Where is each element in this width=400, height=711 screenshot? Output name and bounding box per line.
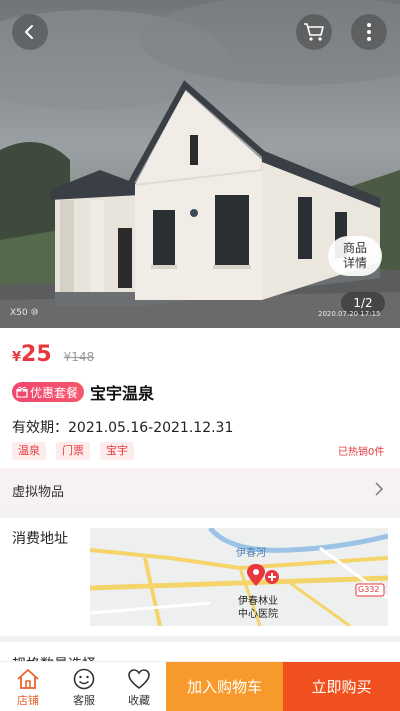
product-detail-button[interactable]: 商品 详情 [328,236,382,276]
consumption-address: 消费地址 伊春河 G332 伊春林业 中心医院 [0,518,400,636]
map-place-label-2: 中心医院 [238,609,278,620]
tag-item: 门票 [56,442,90,460]
title-row: 优惠套餐 宝宇温泉 [12,380,154,404]
cart-icon [304,23,324,41]
chevron-right-icon [375,482,384,496]
heart-icon [128,669,150,690]
tag-item: 宝宇 [100,442,134,460]
favorite-button[interactable]: 收藏 [111,662,167,711]
photo-timestamp: 2020.07.20 17:15 [318,310,381,318]
product-photo[interactable]: 商品 详情 1/2 X50 ⑩ 2020.07.20 17:15 [0,0,400,328]
address-label: 消费地址 [12,531,68,547]
bottom-action-bar: 店铺 客服 收藏 加入购物车 立即购买 [0,661,400,711]
price-row: ¥ 25 ¥148 [12,342,94,367]
smile-icon [73,668,95,690]
more-icon [367,23,371,41]
customer-service-label: 客服 [73,694,95,707]
location-pin-icon [247,564,279,586]
shop-label: 店铺 [17,694,39,707]
package-badge: 优惠套餐 [12,382,85,402]
customer-service-button[interactable]: 客服 [56,662,112,711]
map-road-badge: G332 [358,585,380,594]
product-info-card: ¥ 25 ¥148 优惠套餐 宝宇温泉 有效期：2021.05.16-2021.… [0,328,400,468]
cart-button[interactable] [296,14,332,50]
tag-list: 温泉 门票 宝宇 [12,442,144,460]
current-price: 25 [21,342,52,367]
virtual-goods-row[interactable]: 虚拟物品 [0,468,400,510]
buy-now-button[interactable]: 立即购买 [283,662,400,711]
location-map[interactable]: 伊春河 G332 伊春林业 中心医院 [90,528,388,626]
virtual-goods-label: 虚拟物品 [12,485,65,500]
map-river-label: 伊春河 [236,548,266,559]
validity-period: 有效期：2021.05.16-2021.12.31 [12,420,234,436]
detail-label-line2: 详情 [342,256,367,270]
more-button[interactable] [351,14,387,50]
camera-watermark: X50 ⑩ [10,308,39,318]
product-title: 宝宇温泉 [90,384,155,403]
package-badge-label: 优惠套餐 [30,385,79,400]
sold-count: 已热销0件 [338,447,385,458]
favorite-label: 收藏 [128,694,150,707]
currency-symbol: ¥ [12,350,22,365]
add-to-cart-button[interactable]: 加入购物车 [166,662,283,711]
tag-item: 温泉 [12,442,46,460]
shop-button[interactable]: 店铺 [0,662,56,711]
detail-label-line1: 商品 [342,241,367,255]
back-button[interactable] [12,14,48,50]
house-photo [0,0,400,328]
product-detail-page: 商品 详情 1/2 X50 ⑩ 2020.07.20 17:15 ¥ 25 ¥1… [0,0,400,711]
home-icon [17,669,39,689]
gift-icon [16,386,28,398]
original-price: ¥148 [63,350,95,364]
back-icon [25,25,33,39]
